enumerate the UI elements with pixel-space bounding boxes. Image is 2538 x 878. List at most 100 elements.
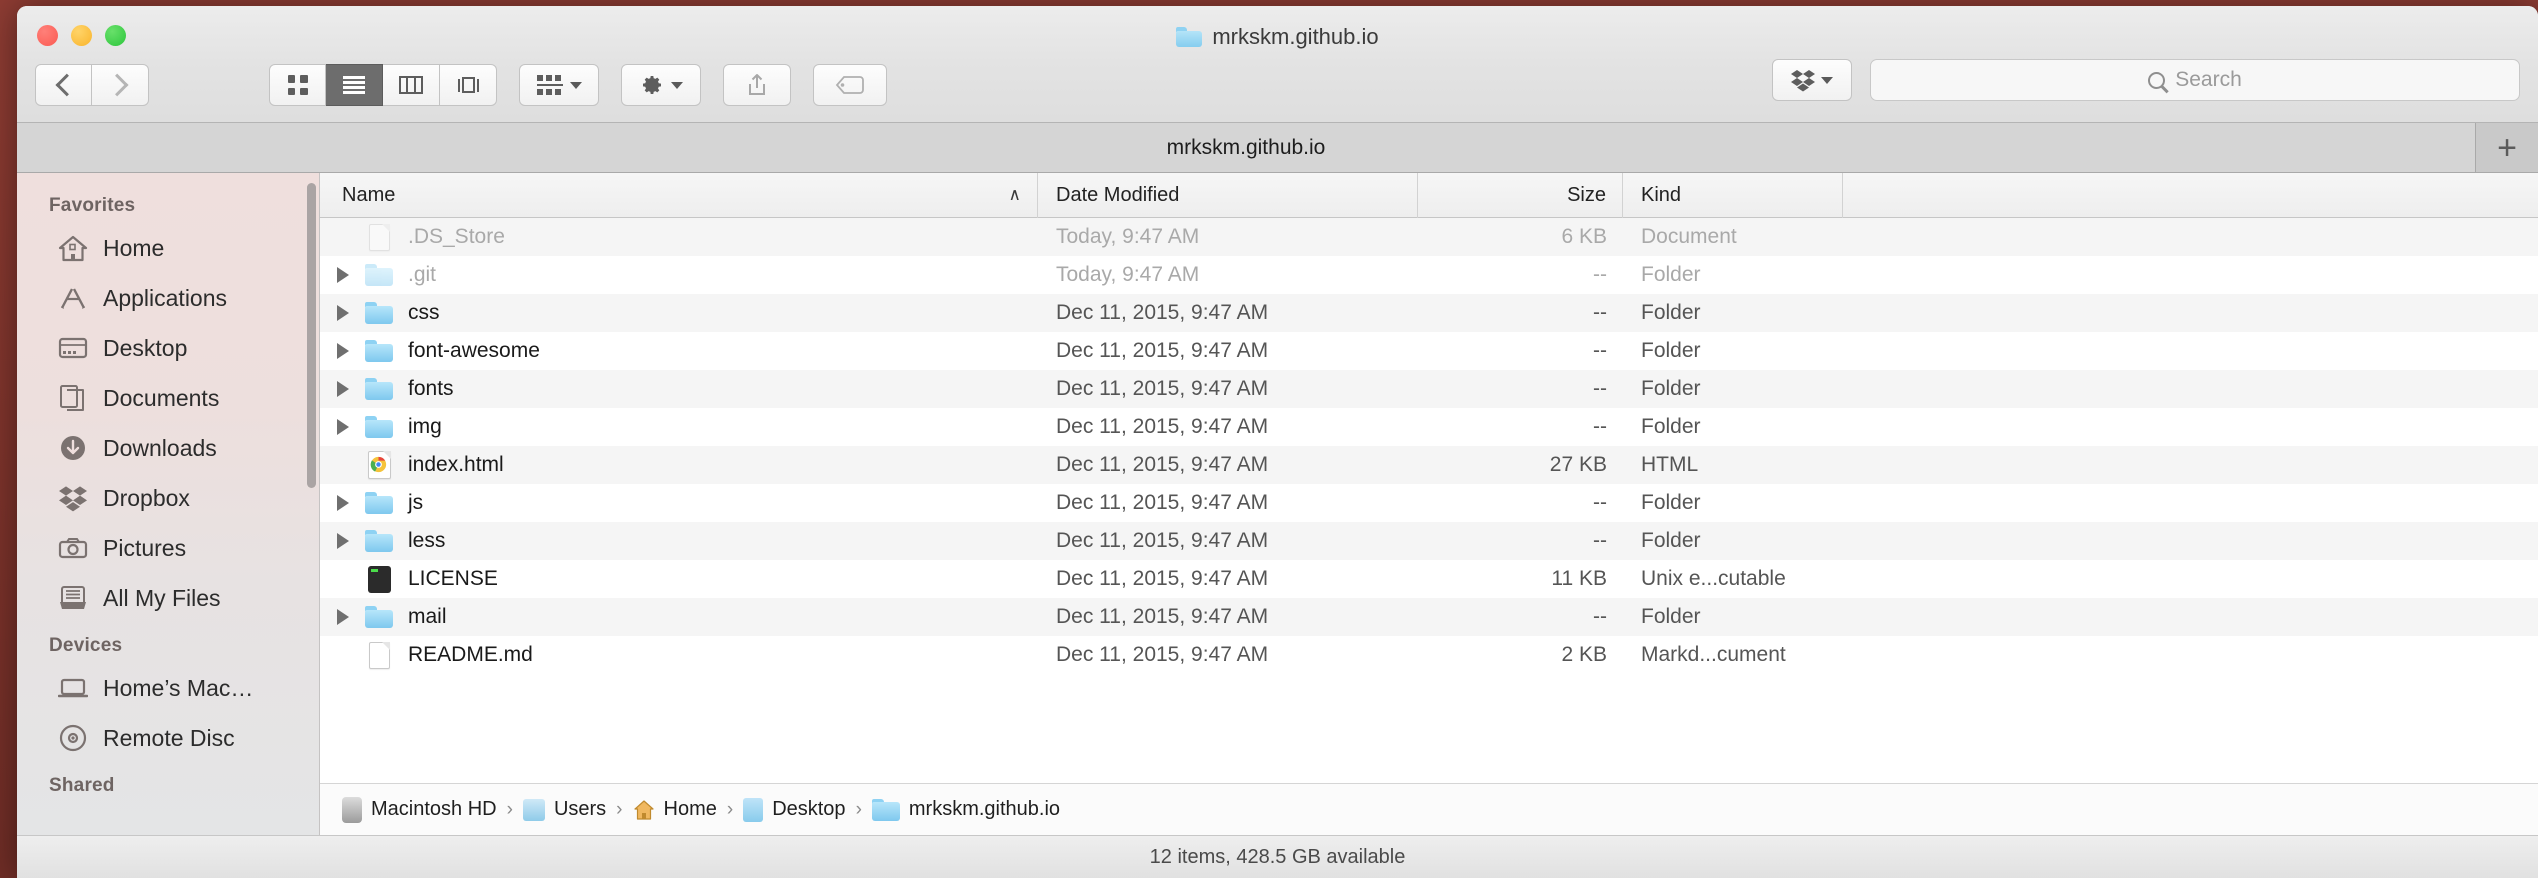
breadcrumb-label: mrkskm.github.io (908, 798, 1061, 820)
column-label: Kind (1641, 183, 1682, 206)
coverflow-icon (455, 76, 481, 94)
dropbox-button[interactable] (1772, 59, 1852, 101)
folder-icon (871, 798, 900, 821)
sidebar-item-pictures[interactable]: Pictures (17, 523, 319, 573)
sidebar: Favorites Home Applications Desktop Docu… (17, 173, 320, 835)
cell-kind: Folder (1641, 605, 1701, 628)
sidebar-item-all-my-files[interactable]: All My Files (17, 573, 319, 623)
sidebar-item-homes-mac[interactable]: Home’s Mac… (17, 663, 319, 713)
cell-size: -- (1593, 491, 1607, 514)
tag-icon (835, 76, 864, 94)
table-row[interactable]: js Dec 11, 2015, 9:47 AM -- Folder (320, 484, 2538, 522)
tab-bar: mrkskm.github.io + (17, 123, 2538, 173)
sidebar-item-label: All My Files (103, 584, 221, 611)
plus-icon: + (2497, 128, 2517, 167)
disclosure-triangle[interactable] (330, 305, 356, 321)
search-input[interactable]: Search (1870, 59, 2520, 101)
column-header-date-modified[interactable]: Date Modified (1038, 172, 1418, 218)
breadcrumb-desktop[interactable]: Desktop (743, 797, 846, 822)
column-header-size[interactable]: Size (1418, 172, 1623, 218)
minimize-button[interactable] (71, 25, 92, 46)
column-header-kind[interactable]: Kind (1623, 172, 1843, 218)
status-bar: 12 items, 428.5 GB available (17, 835, 2538, 878)
file-rows: .DS_Store Today, 9:47 AM 6 KB Document .git T… (320, 218, 2538, 783)
disclosure-triangle[interactable] (330, 267, 356, 283)
desktop-icon (57, 333, 89, 363)
table-row[interactable]: .git Today, 9:47 AM -- Folder (320, 256, 2538, 294)
cell-name: LICENSE (320, 565, 1038, 593)
disclosure-triangle[interactable] (330, 343, 356, 359)
forward-button[interactable] (92, 64, 149, 106)
sidebar-item-documents[interactable]: Documents (17, 373, 319, 423)
sidebar-item-remote-disc[interactable]: Remote Disc (17, 713, 319, 763)
cell-name: css (320, 301, 1038, 325)
file-name: fonts (408, 377, 454, 400)
coverflow-view-button[interactable] (440, 64, 497, 106)
cell-size: -- (1593, 301, 1607, 324)
table-row[interactable]: .DS_Store Today, 9:47 AM 6 KB Document (320, 218, 2538, 256)
sidebar-item-label: Home’s Mac… (103, 674, 254, 701)
table-row[interactable]: README.md Dec 11, 2015, 9:47 AM 2 KB Markd.… (320, 636, 2538, 674)
file-name: less (408, 529, 446, 552)
disclosure-triangle[interactable] (330, 609, 356, 625)
breadcrumb-mrkskm-github-io[interactable]: mrkskm.github.io (871, 798, 1061, 821)
column-header-name[interactable]: Name ∧ (320, 172, 1038, 218)
cell-date-modified: Dec 11, 2015, 9:47 AM (1056, 377, 1269, 400)
folder-icon (365, 492, 393, 514)
table-row[interactable]: fonts Dec 11, 2015, 9:47 AM -- Folder (320, 370, 2538, 408)
action-button[interactable] (621, 64, 701, 106)
close-button[interactable] (37, 25, 58, 46)
table-row[interactable]: font-awesome Dec 11, 2015, 9:47 AM -- Folde… (320, 332, 2538, 370)
table-row[interactable]: css Dec 11, 2015, 9:47 AM -- Folder (320, 294, 2538, 332)
folder-icon (365, 606, 393, 628)
arrange-button[interactable] (519, 64, 599, 106)
disclosure-triangle[interactable] (330, 419, 356, 435)
sidebar-item-home[interactable]: Home (17, 223, 319, 273)
table-row[interactable]: LICENSE Dec 11, 2015, 9:47 AM 11 KB Unix e.… (320, 560, 2538, 598)
column-view-button[interactable] (383, 64, 440, 106)
new-tab-button[interactable]: + (2476, 123, 2538, 172)
sidebar-item-dropbox[interactable]: Dropbox (17, 473, 319, 523)
folder-icon (365, 378, 393, 400)
cell-date-modified: Dec 11, 2015, 9:47 AM (1056, 453, 1269, 476)
file-name: css (408, 301, 440, 324)
table-row[interactable]: mail Dec 11, 2015, 9:47 AM -- Folder (320, 598, 2538, 636)
file-name: index.html (408, 453, 504, 476)
file-name: img (408, 415, 442, 438)
sidebar-item-desktop[interactable]: Desktop (17, 323, 319, 373)
sidebar-scrollbar[interactable] (307, 183, 316, 488)
share-icon (749, 74, 765, 95)
sidebar-item-applications[interactable]: Applications (17, 273, 319, 323)
zoom-button[interactable] (105, 25, 126, 46)
disclosure-triangle[interactable] (330, 495, 356, 511)
tab-mrkskm-github-io[interactable]: mrkskm.github.io (17, 123, 2476, 172)
back-button[interactable] (35, 64, 92, 106)
sidebar-item-downloads[interactable]: Downloads (17, 423, 319, 473)
file-name: mail (408, 605, 447, 628)
dropbox-icon (1791, 70, 1815, 92)
icon-view-button[interactable] (269, 64, 326, 106)
breadcrumb-home[interactable]: Home (633, 798, 717, 821)
disclosure-triangle[interactable] (330, 533, 356, 549)
cell-kind: Folder (1641, 529, 1701, 552)
breadcrumb-users[interactable]: Users (522, 798, 606, 821)
table-row[interactable]: img Dec 11, 2015, 9:47 AM -- Folder (320, 408, 2538, 446)
cell-kind: Folder (1641, 339, 1701, 362)
cell-size: -- (1593, 263, 1607, 286)
breadcrumb-label: Macintosh HD (371, 798, 497, 820)
disclosure-triangle[interactable] (330, 381, 356, 397)
cell-size: -- (1593, 339, 1607, 362)
cell-size: 2 KB (1561, 643, 1607, 666)
sidebar-item-label: Remote Disc (103, 724, 235, 751)
harddisk-icon (342, 796, 362, 823)
file-list-pane: Name ∧ Date Modified Size Kind .DS_Store… (320, 172, 2538, 835)
share-button[interactable] (723, 64, 791, 106)
breadcrumb-macintosh-hd[interactable]: Macintosh HD (342, 796, 497, 823)
folder-icon (365, 264, 393, 286)
breadcrumb-label: Desktop (772, 798, 846, 820)
list-view-button[interactable] (326, 64, 383, 106)
tags-button[interactable] (813, 64, 887, 106)
cell-kind: HTML (1641, 453, 1699, 476)
table-row[interactable]: index.html Dec 11, 2015, 9:47 AM 27 KB HTML (320, 446, 2538, 484)
table-row[interactable]: less Dec 11, 2015, 9:47 AM -- Folder (320, 522, 2538, 560)
